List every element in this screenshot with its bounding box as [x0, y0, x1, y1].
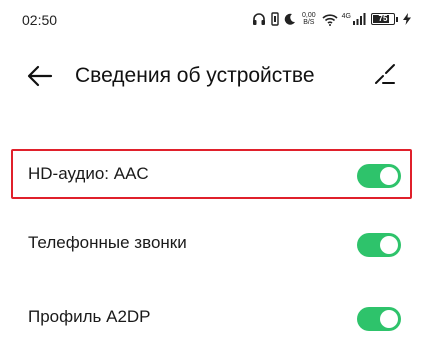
setting-row-phone-calls[interactable]: Телефонные звонки [0, 219, 425, 271]
setting-label: Телефонные звонки [28, 233, 187, 252]
net-speed-unit: B/S [303, 19, 315, 26]
battery-level: 75 [378, 14, 388, 23]
net-speed-value: 0,00 [302, 12, 316, 19]
toggle-knob [380, 236, 398, 254]
vibrate-icon [271, 12, 279, 26]
toggle-knob [380, 310, 398, 328]
a2dp-toggle[interactable] [357, 307, 401, 331]
phone-calls-toggle[interactable] [357, 233, 401, 257]
setting-row-a2dp[interactable]: Профиль A2DP [0, 293, 425, 345]
setting-label: Профиль A2DP [28, 307, 151, 326]
setting-row-hd-audio[interactable]: HD-аудио: AAC [0, 150, 425, 202]
status-icons: 0,00 B/S 4G 75 [252, 10, 411, 28]
headphones-icon [253, 13, 266, 25]
network-type: 4G [341, 12, 351, 20]
status-time: 02:50 [22, 12, 58, 28]
setting-label: HD-аудио: AAC [28, 164, 149, 183]
edit-pencil-icon[interactable] [373, 62, 397, 86]
hd-audio-toggle[interactable] [357, 164, 401, 188]
battery-cap [396, 16, 398, 22]
page-title: Сведения об устройстве [75, 64, 315, 87]
battery-icon: 75 [371, 13, 395, 25]
header: Сведения об устройстве [0, 52, 425, 100]
signal-icon [353, 13, 366, 25]
toggle-knob [380, 167, 398, 185]
status-bar: 02:50 0,00 B/S 4G 75 [0, 0, 425, 40]
wifi-icon [322, 13, 338, 26]
net-speed: 0,00 B/S [302, 12, 316, 26]
moon-icon [284, 13, 296, 25]
charging-icon [403, 13, 411, 25]
back-arrow-icon[interactable] [26, 62, 54, 90]
